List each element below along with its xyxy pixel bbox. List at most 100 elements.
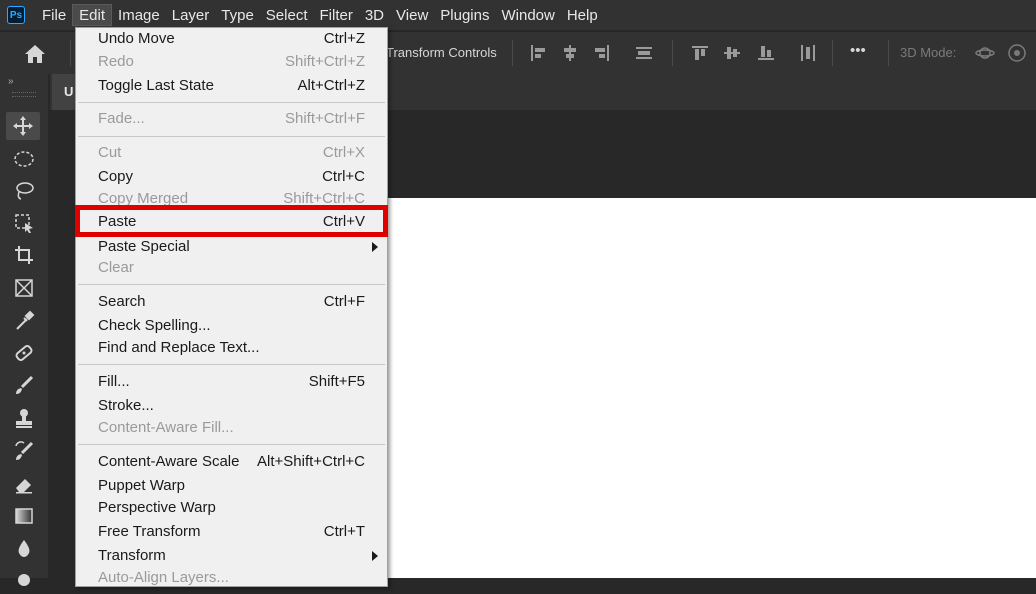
menu-help[interactable]: Help xyxy=(561,4,604,26)
menu-item-puppet-warp[interactable]: Puppet Warp xyxy=(76,475,387,497)
options-divider xyxy=(832,40,833,66)
object-selection-icon[interactable] xyxy=(10,209,38,237)
menu-item-label: Content-Aware Scale xyxy=(98,453,240,470)
menu-item-shortcut: Ctrl+Z xyxy=(323,30,365,47)
menu-separator xyxy=(78,364,385,365)
menu-item-label: Fade... xyxy=(98,110,145,127)
paste-highlight-box xyxy=(75,205,388,237)
menu-type[interactable]: Type xyxy=(215,4,260,26)
options-divider xyxy=(888,40,889,66)
menu-item-toggle-last-state[interactable]: Toggle Last State Alt+Ctrl+Z xyxy=(76,75,387,97)
align-top-icon[interactable] xyxy=(690,43,710,63)
menu-separator xyxy=(78,136,385,137)
menu-select[interactable]: Select xyxy=(260,4,314,26)
tools-panel: » xyxy=(0,74,48,586)
orbit-3d-icon[interactable] xyxy=(974,43,995,63)
edit-menu: Undo Move Ctrl+Z Redo Shift+Ctrl+Z Toggl… xyxy=(75,27,388,587)
history-brush-icon[interactable] xyxy=(10,437,38,465)
menu-item-perspective-warp[interactable]: Perspective Warp xyxy=(76,497,387,519)
menu-layer[interactable]: Layer xyxy=(166,4,216,26)
align-middle-icon[interactable] xyxy=(722,43,742,63)
menu-item-shortcut: Ctrl+T xyxy=(323,523,365,540)
options-divider xyxy=(672,40,673,66)
menu-item-paste-special[interactable]: Paste Special xyxy=(76,236,387,258)
menu-window[interactable]: Window xyxy=(495,4,560,26)
distribute-vertical-icon[interactable] xyxy=(798,43,818,63)
menu-separator xyxy=(78,102,385,103)
menu-item-fill[interactable]: Fill... Shift+F5 xyxy=(76,371,387,393)
menu-file[interactable]: File xyxy=(36,4,72,26)
collapse-panel-icon[interactable]: » xyxy=(8,76,14,87)
align-center-icon[interactable] xyxy=(560,43,580,63)
menu-item-shortcut: Ctrl+X xyxy=(322,144,365,161)
menu-item-label: Paste Special xyxy=(98,238,190,255)
blur-icon[interactable] xyxy=(10,534,38,562)
photoshop-logo: Ps xyxy=(7,6,25,24)
home-icon[interactable] xyxy=(22,42,48,66)
menu-item-label: Content-Aware Fill... xyxy=(98,419,234,436)
healing-brush-icon[interactable] xyxy=(10,339,38,367)
canvas[interactable] xyxy=(388,198,1036,578)
clone-stamp-icon[interactable] xyxy=(10,404,38,432)
submenu-arrow-icon xyxy=(372,551,378,561)
frame-icon[interactable] xyxy=(10,274,38,302)
menu-item-shortcut: Shift+Ctrl+Z xyxy=(284,53,365,70)
menu-item-label: Fill... xyxy=(98,373,130,390)
menu-item-label: Search xyxy=(98,293,146,310)
menu-item-label: Toggle Last State xyxy=(98,77,214,94)
menu-item-label: Perspective Warp xyxy=(98,499,216,516)
menu-item-label: Undo Move xyxy=(98,30,175,47)
menu-item-undo-move[interactable]: Undo Move Ctrl+Z xyxy=(76,28,387,50)
brush-icon[interactable] xyxy=(10,371,38,399)
crop-icon[interactable] xyxy=(10,241,38,269)
menu-item-content-aware-scale[interactable]: Content-Aware Scale Alt+Shift+Ctrl+C xyxy=(76,451,387,473)
menu-item-label: Transform xyxy=(98,547,166,564)
submenu-arrow-icon xyxy=(372,242,378,252)
menu-item-label: Stroke... xyxy=(98,397,154,414)
menu-item-shortcut: Shift+F5 xyxy=(308,373,365,390)
menu-item-label: Redo xyxy=(98,53,134,70)
menu-item-check-spelling[interactable]: Check Spelling... xyxy=(76,315,387,337)
transform-controls-label[interactable]: Transform Controls xyxy=(386,45,497,60)
menu-image[interactable]: Image xyxy=(112,4,166,26)
menu-edit[interactable]: Edit xyxy=(72,4,113,26)
eyedropper-icon[interactable] xyxy=(10,307,38,335)
menu-item-search[interactable]: Search Ctrl+F xyxy=(76,291,387,313)
menu-item-stroke[interactable]: Stroke... xyxy=(76,395,387,417)
menu-item-shortcut: Alt+Shift+Ctrl+C xyxy=(257,453,365,470)
move-icon[interactable] xyxy=(6,112,40,140)
menu-item-find-replace-text[interactable]: Find and Replace Text... xyxy=(76,337,387,359)
options-divider xyxy=(70,40,71,66)
eraser-icon[interactable] xyxy=(10,470,38,498)
elliptical-marquee-icon[interactable] xyxy=(10,145,38,173)
menu-separator xyxy=(78,444,385,445)
menu-item-label: Puppet Warp xyxy=(98,477,185,494)
gradient-icon[interactable] xyxy=(10,502,38,530)
menu-item-label: Check Spelling... xyxy=(98,317,211,334)
distribute-icon[interactable] xyxy=(634,43,654,63)
menu-item-shortcut: Ctrl+C xyxy=(322,168,365,185)
menu-plugins[interactable]: Plugins xyxy=(434,4,495,26)
menu-view[interactable]: View xyxy=(390,4,434,26)
menu-item-free-transform[interactable]: Free Transform Ctrl+T xyxy=(76,521,387,543)
menu-item-label: Free Transform xyxy=(98,523,201,540)
grip-icon[interactable] xyxy=(12,92,36,97)
menu-item-content-aware-fill: Content-Aware Fill... xyxy=(76,417,387,439)
menu-item-fade: Fade... Shift+Ctrl+F xyxy=(76,108,387,130)
dodge-icon[interactable] xyxy=(10,566,38,594)
lasso-icon[interactable] xyxy=(10,177,38,205)
roll-3d-icon[interactable] xyxy=(1006,43,1026,63)
menu-filter[interactable]: Filter xyxy=(314,4,359,26)
align-right-icon[interactable] xyxy=(592,43,612,63)
menu-item-shortcut: Shift+Ctrl+F xyxy=(284,110,365,127)
more-options-button[interactable]: ••• xyxy=(850,42,866,59)
3d-mode-label: 3D Mode: xyxy=(900,45,957,60)
menu-item-copy[interactable]: Copy Ctrl+C xyxy=(76,166,387,188)
align-bottom-icon[interactable] xyxy=(756,43,776,63)
options-divider xyxy=(512,40,513,66)
menu-item-transform[interactable]: Transform xyxy=(76,545,387,567)
menu-3d[interactable]: 3D xyxy=(359,4,390,26)
menu-item-shortcut: Alt+Ctrl+Z xyxy=(297,77,365,94)
menu-item-redo: Redo Shift+Ctrl+Z xyxy=(76,51,387,73)
align-left-icon[interactable] xyxy=(528,43,548,63)
